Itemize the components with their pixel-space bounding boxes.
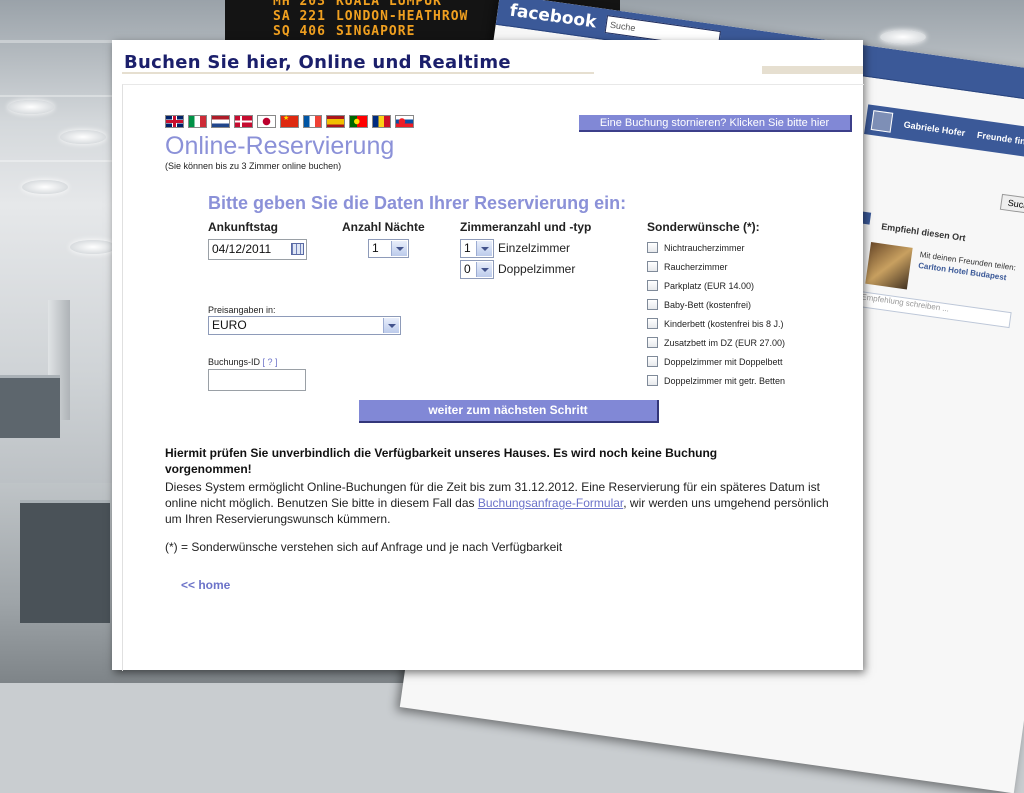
arrival-date-field[interactable]: 04/12/2011	[208, 239, 307, 260]
es-flag-icon[interactable]	[326, 115, 345, 128]
facebook-search-button[interactable]: Suche	[999, 193, 1024, 216]
arrival-label: Ankunftstag	[208, 220, 278, 234]
special-request-checkbox[interactable]	[647, 318, 658, 329]
jp-flag-icon[interactable]	[257, 115, 276, 128]
special-request-checkbox[interactable]	[647, 261, 658, 272]
special-request-checkbox[interactable]	[647, 299, 658, 310]
special-request-row: Baby-Bett (kostenfrei)	[647, 299, 751, 310]
header-accent	[762, 66, 863, 74]
profile-name[interactable]: Gabriele Hofer	[903, 120, 966, 139]
page-subtitle: (Sie können bis zu 3 Zimmer online buche…	[165, 161, 342, 171]
special-request-checkbox[interactable]	[647, 356, 658, 367]
chevron-down-icon	[383, 318, 399, 333]
nl-flag-icon[interactable]	[211, 115, 230, 128]
en-flag-icon[interactable]	[165, 115, 184, 128]
double-room-label: Doppelzimmer	[498, 262, 576, 276]
inquiry-form-link[interactable]: Buchungsanfrage-Formular	[478, 496, 623, 510]
page-header-title: Buchen Sie hier, Online und Realtime	[124, 52, 511, 73]
dk-flag-icon[interactable]	[234, 115, 253, 128]
avatar[interactable]	[870, 110, 894, 133]
nights-label: Anzahl Nächte	[342, 220, 425, 234]
booking-page: Buchen Sie hier, Online und Realtime Ein…	[112, 40, 864, 671]
currency-label: Preisangaben in:	[208, 305, 276, 315]
special-requests-note: (*) = Sonderwünsche verstehen sich auf A…	[165, 540, 563, 554]
special-request-row: Doppelzimmer mit getr. Betten	[647, 375, 785, 386]
next-step-button[interactable]: weiter zum nächsten Schritt	[359, 400, 659, 423]
facebook-recommend-box: Suche Empfiehl diesen Ort Mit deinen Fre…	[855, 157, 1024, 329]
booking-period-info: Dieses System ermöglicht Online-Buchunge…	[165, 480, 829, 526]
special-request-checkbox[interactable]	[647, 375, 658, 386]
facebook-profile-bar: Gabriele Hofer Freunde finden	[864, 104, 1024, 172]
special-request-checkbox[interactable]	[647, 280, 658, 291]
pt-flag-icon[interactable]	[349, 115, 368, 128]
ro-flag-icon[interactable]	[372, 115, 391, 128]
friends-link[interactable]: Freunde finden	[976, 130, 1024, 149]
language-selector	[165, 114, 414, 128]
header-divider	[122, 72, 594, 74]
facebook-logo: facebook	[508, 0, 598, 33]
chevron-down-icon	[476, 262, 492, 277]
fr-flag-icon[interactable]	[303, 115, 322, 128]
it-flag-icon[interactable]	[188, 115, 207, 128]
single-room-label: Einzelzimmer	[498, 241, 571, 255]
cancel-booking-button[interactable]: Eine Buchung stornieren? Klicken Sie bit…	[579, 115, 852, 132]
hotel-thumbnail	[865, 242, 913, 290]
chevron-down-icon	[391, 241, 407, 256]
cn-flag-icon[interactable]	[280, 114, 299, 128]
single-room-count-select[interactable]: 1	[460, 239, 494, 258]
special-request-row: Raucherzimmer	[647, 261, 728, 272]
booking-id-label: Buchungs-ID [ ? ]	[208, 357, 278, 367]
page-title: Online-Reservierung	[165, 132, 395, 160]
recommend-input[interactable]: Empfehlung schreiben ...	[855, 290, 1012, 329]
special-request-checkbox[interactable]	[647, 337, 658, 348]
home-link[interactable]: << home	[181, 578, 230, 592]
availability-notice: Hiermit prüfen Sie unverbindlich die Ver…	[165, 446, 718, 476]
special-request-row: Zusatzbett im DZ (EUR 27.00)	[647, 337, 785, 348]
currency-select[interactable]: EURO	[208, 316, 401, 335]
special-requests-label: Sonderwünsche (*):	[647, 220, 760, 234]
recommend-text: Mit deinen Freunden teilen: Carlton Hote…	[917, 250, 1017, 283]
recommend-title: Empfiehl diesen Ort	[880, 221, 967, 244]
calendar-icon[interactable]	[291, 243, 304, 255]
booking-id-help-link[interactable]: [ ? ]	[263, 357, 278, 367]
chevron-down-icon	[476, 241, 492, 256]
special-request-row: Nichtraucherzimmer	[647, 242, 745, 253]
sk-flag-icon[interactable]	[395, 115, 414, 128]
double-room-count-select[interactable]: 0	[460, 260, 494, 279]
form-prompt: Bitte geben Sie die Daten Ihrer Reservie…	[208, 193, 627, 213]
special-request-row: Kinderbett (kostenfrei bis 8 J.)	[647, 318, 784, 329]
rooms-label: Zimmeranzahl und -typ	[460, 220, 592, 234]
special-request-checkbox[interactable]	[647, 242, 658, 253]
booking-id-input[interactable]	[208, 369, 306, 391]
nights-select[interactable]: 1	[368, 239, 409, 258]
special-request-row: Doppelzimmer mit Doppelbett	[647, 356, 783, 367]
special-request-row: Parkplatz (EUR 14.00)	[647, 280, 754, 291]
